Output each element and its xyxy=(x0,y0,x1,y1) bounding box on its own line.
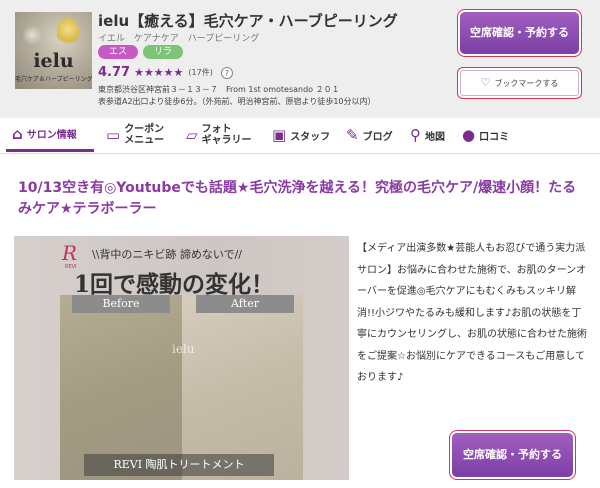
salon-nav: ⌂ サロン情報 ▭ クーポン メニュー ▱ フォト ギャラリー ▣ スタッフ ✎ ブ… xyxy=(0,118,600,154)
home-icon: ⌂ xyxy=(12,124,23,143)
tab-photo-gallery[interactable]: ▱ フォト ギャラリー xyxy=(186,118,252,152)
tab-staff[interactable]: ▣ スタッフ xyxy=(272,118,330,152)
heart-icon: ♡ xyxy=(480,76,491,89)
salon-kana: イエル ケアナケア ハーブピーリング xyxy=(98,34,260,44)
tab-label: 口コミ xyxy=(479,131,510,143)
comment-icon: ● xyxy=(462,126,476,144)
after-label: After xyxy=(196,295,294,313)
bookmark-label: ブックマークする xyxy=(494,79,559,88)
bookmark-button[interactable]: ♡ ブックマークする xyxy=(460,70,579,96)
before-label: Before xyxy=(72,295,170,313)
map-pin-icon: ⚲ xyxy=(410,126,421,144)
photo-watermark: ielu xyxy=(172,342,195,356)
coupon-icon: ▭ xyxy=(106,126,121,144)
reserve-button-bottom[interactable]: 空席確認・予約する xyxy=(452,433,573,477)
rating-score: 4.77 xyxy=(98,65,131,80)
tab-reviews[interactable]: ● 口コミ xyxy=(462,118,509,152)
tab-label: クーポン メニュー xyxy=(124,124,165,146)
salon-header: ielu 毛穴ケア＆ハーブピーリング ielu【癒える】毛穴ケア・ハーブピーリン… xyxy=(0,0,600,118)
catch-headline: 10/13空き有◎Youtubeでも話題★毛穴洗浄を越える！究極の毛穴ケア/爆速… xyxy=(18,180,577,217)
tab-label: ブログ xyxy=(362,131,393,143)
star-rating-icon: ★★★★★ xyxy=(134,66,184,79)
treatment-label: REVI 陶肌トリートメント xyxy=(84,454,274,476)
salon-photo[interactable]: R REVI \\背中のニキビ跡 諦めないで// 1回で感動の変化！ Befor… xyxy=(14,236,349,480)
tab-label: スタッフ xyxy=(290,131,331,143)
tab-coupon-menu[interactable]: ▭ クーポン メニュー xyxy=(106,118,164,152)
logo-name: ielu xyxy=(33,50,74,72)
tab-label: 地図 xyxy=(425,131,445,143)
tab-blog[interactable]: ✎ ブログ xyxy=(346,118,393,152)
flower-decoration-icon xyxy=(57,18,79,46)
photo-caption-sub: \\背中のニキビ跡 諦めないで// xyxy=(92,248,242,261)
flower-decoration-icon xyxy=(23,24,41,46)
tab-map[interactable]: ⚲ 地図 xyxy=(410,118,445,152)
tag-relax[interactable]: リラク xyxy=(143,45,183,71)
address-line: 東京都渋谷区神宮前３－１３－７ From 1st omotesando ２０１ xyxy=(98,85,340,94)
tab-label: サロン情報 xyxy=(26,130,77,141)
logo-subtitle: 毛穴ケア＆ハーブピーリング xyxy=(15,76,92,83)
help-icon[interactable]: ? xyxy=(220,66,233,79)
category-tags: エステ リラク xyxy=(98,45,183,71)
tab-salon-info[interactable]: ⌂ サロン情報 xyxy=(6,118,94,152)
salon-logo[interactable]: ielu 毛穴ケア＆ハーブピーリング xyxy=(15,12,92,89)
reserve-button-top[interactable]: 空席確認・予約する xyxy=(460,12,579,54)
photo-icon: ▱ xyxy=(186,126,198,144)
revi-logo-icon: R xyxy=(62,241,78,265)
pen-icon: ✎ xyxy=(346,126,359,144)
salon-description: 【メディア出演多数★芸能人もお忍びで通う実力派サロン】お悩みに合わせた施術で、お… xyxy=(357,243,587,383)
photo-caption-main: 1回で感動の変化！ xyxy=(74,271,275,298)
before-skin-image xyxy=(60,295,182,480)
salon-name: ielu【癒える】毛穴ケア・ハーブピーリング xyxy=(98,12,398,30)
tab-label: フォト ギャラリー xyxy=(201,124,252,146)
staff-icon: ▣ xyxy=(272,126,287,144)
review-count[interactable]: (17件) xyxy=(188,67,212,78)
after-skin-image xyxy=(182,295,303,480)
tag-esthe[interactable]: エステ xyxy=(98,45,138,71)
access-line: 表参道A2出口より徒歩6分。（外苑前、明治神宮前、原宿より徒歩10分以内） xyxy=(98,97,376,106)
rating: 4.77 ★★★★★ (17件) ? xyxy=(98,65,233,80)
address: 東京都渋谷区神宮前３－１３－７ From 1st omotesando ２０１ … xyxy=(98,84,376,108)
